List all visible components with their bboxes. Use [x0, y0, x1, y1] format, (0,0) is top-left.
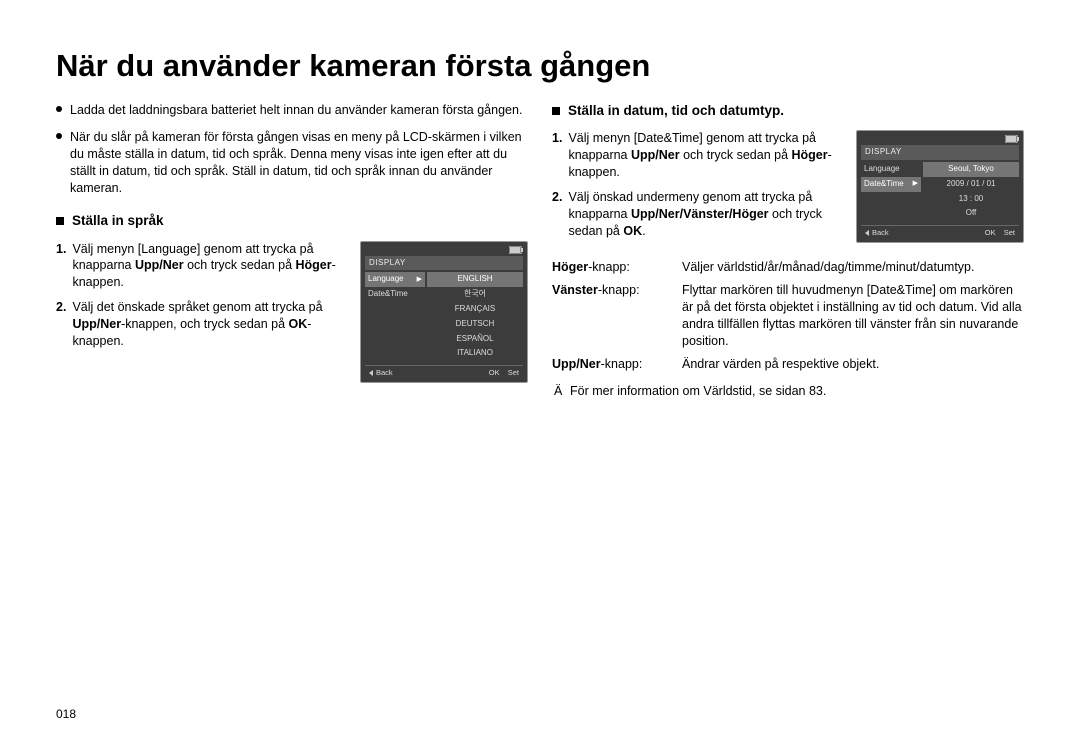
button-description-table: Höger-knapp: Väljer världstid/år/månad/d… [552, 259, 1024, 372]
step-number: 2. [552, 189, 562, 240]
option-item: FRANÇAIS [427, 302, 523, 317]
lcd-back: Back [369, 368, 393, 378]
table-key: Höger-knapp: [552, 259, 682, 276]
page-number: 018 [56, 707, 76, 721]
lcd-ok-set: OK Set [985, 228, 1015, 238]
right-column: Ställa in datum, tid och datumtyp. 1. Vä… [552, 102, 1024, 400]
footnote: Ä För mer information om Världstid, se s… [552, 383, 1024, 400]
step-text: Välj det önskade språket genom att tryck… [72, 299, 352, 350]
option-item: Off [923, 206, 1019, 221]
menu-item: Language▶ [365, 272, 425, 287]
option-item: ENGLISH [427, 272, 523, 287]
option-item: 13 : 00 [923, 192, 1019, 207]
table-value: Ändrar värden på respektive objekt. [682, 356, 1024, 373]
chevron-right-icon: ▶ [417, 275, 422, 284]
menu-item: Date&Time▶ [861, 177, 921, 192]
lcd-ok-set: OK Set [489, 368, 519, 378]
chevron-right-icon: ▶ [913, 179, 918, 188]
step-number: 1. [552, 130, 562, 181]
option-item: 한국어 [427, 287, 523, 302]
triangle-left-icon [865, 230, 869, 236]
intro-bullet-text: När du slår på kameran för första gången… [70, 130, 522, 195]
lang-steps: 1. Välj menyn [Language] genom att tryck… [56, 241, 352, 358]
dt-heading: Ställa in datum, tid och datumtyp. [552, 102, 1024, 120]
left-column: Ladda det laddningsbara batteriet helt i… [56, 102, 528, 400]
lcd-header: DISPLAY [365, 256, 523, 271]
asterisk-icon: Ä [554, 383, 562, 400]
table-value: Flyttar markören till huvudmenyn [Date&T… [682, 282, 1024, 350]
option-item: Seoul, Tokyo [923, 162, 1019, 177]
step-text: Välj menyn [Date&Time] genom att trycka … [568, 130, 848, 181]
dt-steps: 1. Välj menyn [Date&Time] genom att tryc… [552, 130, 848, 247]
option-item: DEUTSCH [427, 317, 523, 332]
step-text: Välj önskad undermeny genom att trycka p… [568, 189, 848, 240]
table-value: Väljer världstid/år/månad/dag/timme/minu… [682, 259, 1024, 276]
lcd-language: DISPLAY Language▶ Date&Time ENGLISH 한국어 … [360, 241, 528, 384]
menu-item: Language [861, 162, 921, 177]
intro-bullets: Ladda det laddningsbara batteriet helt i… [56, 102, 528, 196]
battery-icon [861, 135, 1019, 143]
table-key: Vänster-knapp: [552, 282, 682, 350]
square-bullet-icon [56, 217, 64, 225]
lcd-header: DISPLAY [861, 145, 1019, 160]
triangle-left-icon [369, 370, 373, 376]
lcd-back: Back [865, 228, 889, 238]
menu-item: Date&Time [365, 287, 425, 302]
square-bullet-icon [552, 107, 560, 115]
step-number: 2. [56, 299, 66, 350]
battery-icon [365, 246, 523, 254]
option-item: ITALIANO [427, 346, 523, 361]
lang-heading: Ställa in språk [56, 212, 528, 230]
table-key: Upp/Ner-knapp: [552, 356, 682, 373]
step-text: Välj menyn [Language] genom att trycka p… [72, 241, 352, 292]
step-number: 1. [56, 241, 66, 292]
lcd-datetime: DISPLAY Language Date&Time▶ Seoul, Tokyo… [856, 130, 1024, 243]
option-item: ESPAÑOL [427, 332, 523, 347]
page-title: När du använder kameran första gången [56, 48, 1024, 84]
intro-bullet-text: Ladda det laddningsbara batteriet helt i… [70, 103, 522, 117]
option-item: 2009 / 01 / 01 [923, 177, 1019, 192]
